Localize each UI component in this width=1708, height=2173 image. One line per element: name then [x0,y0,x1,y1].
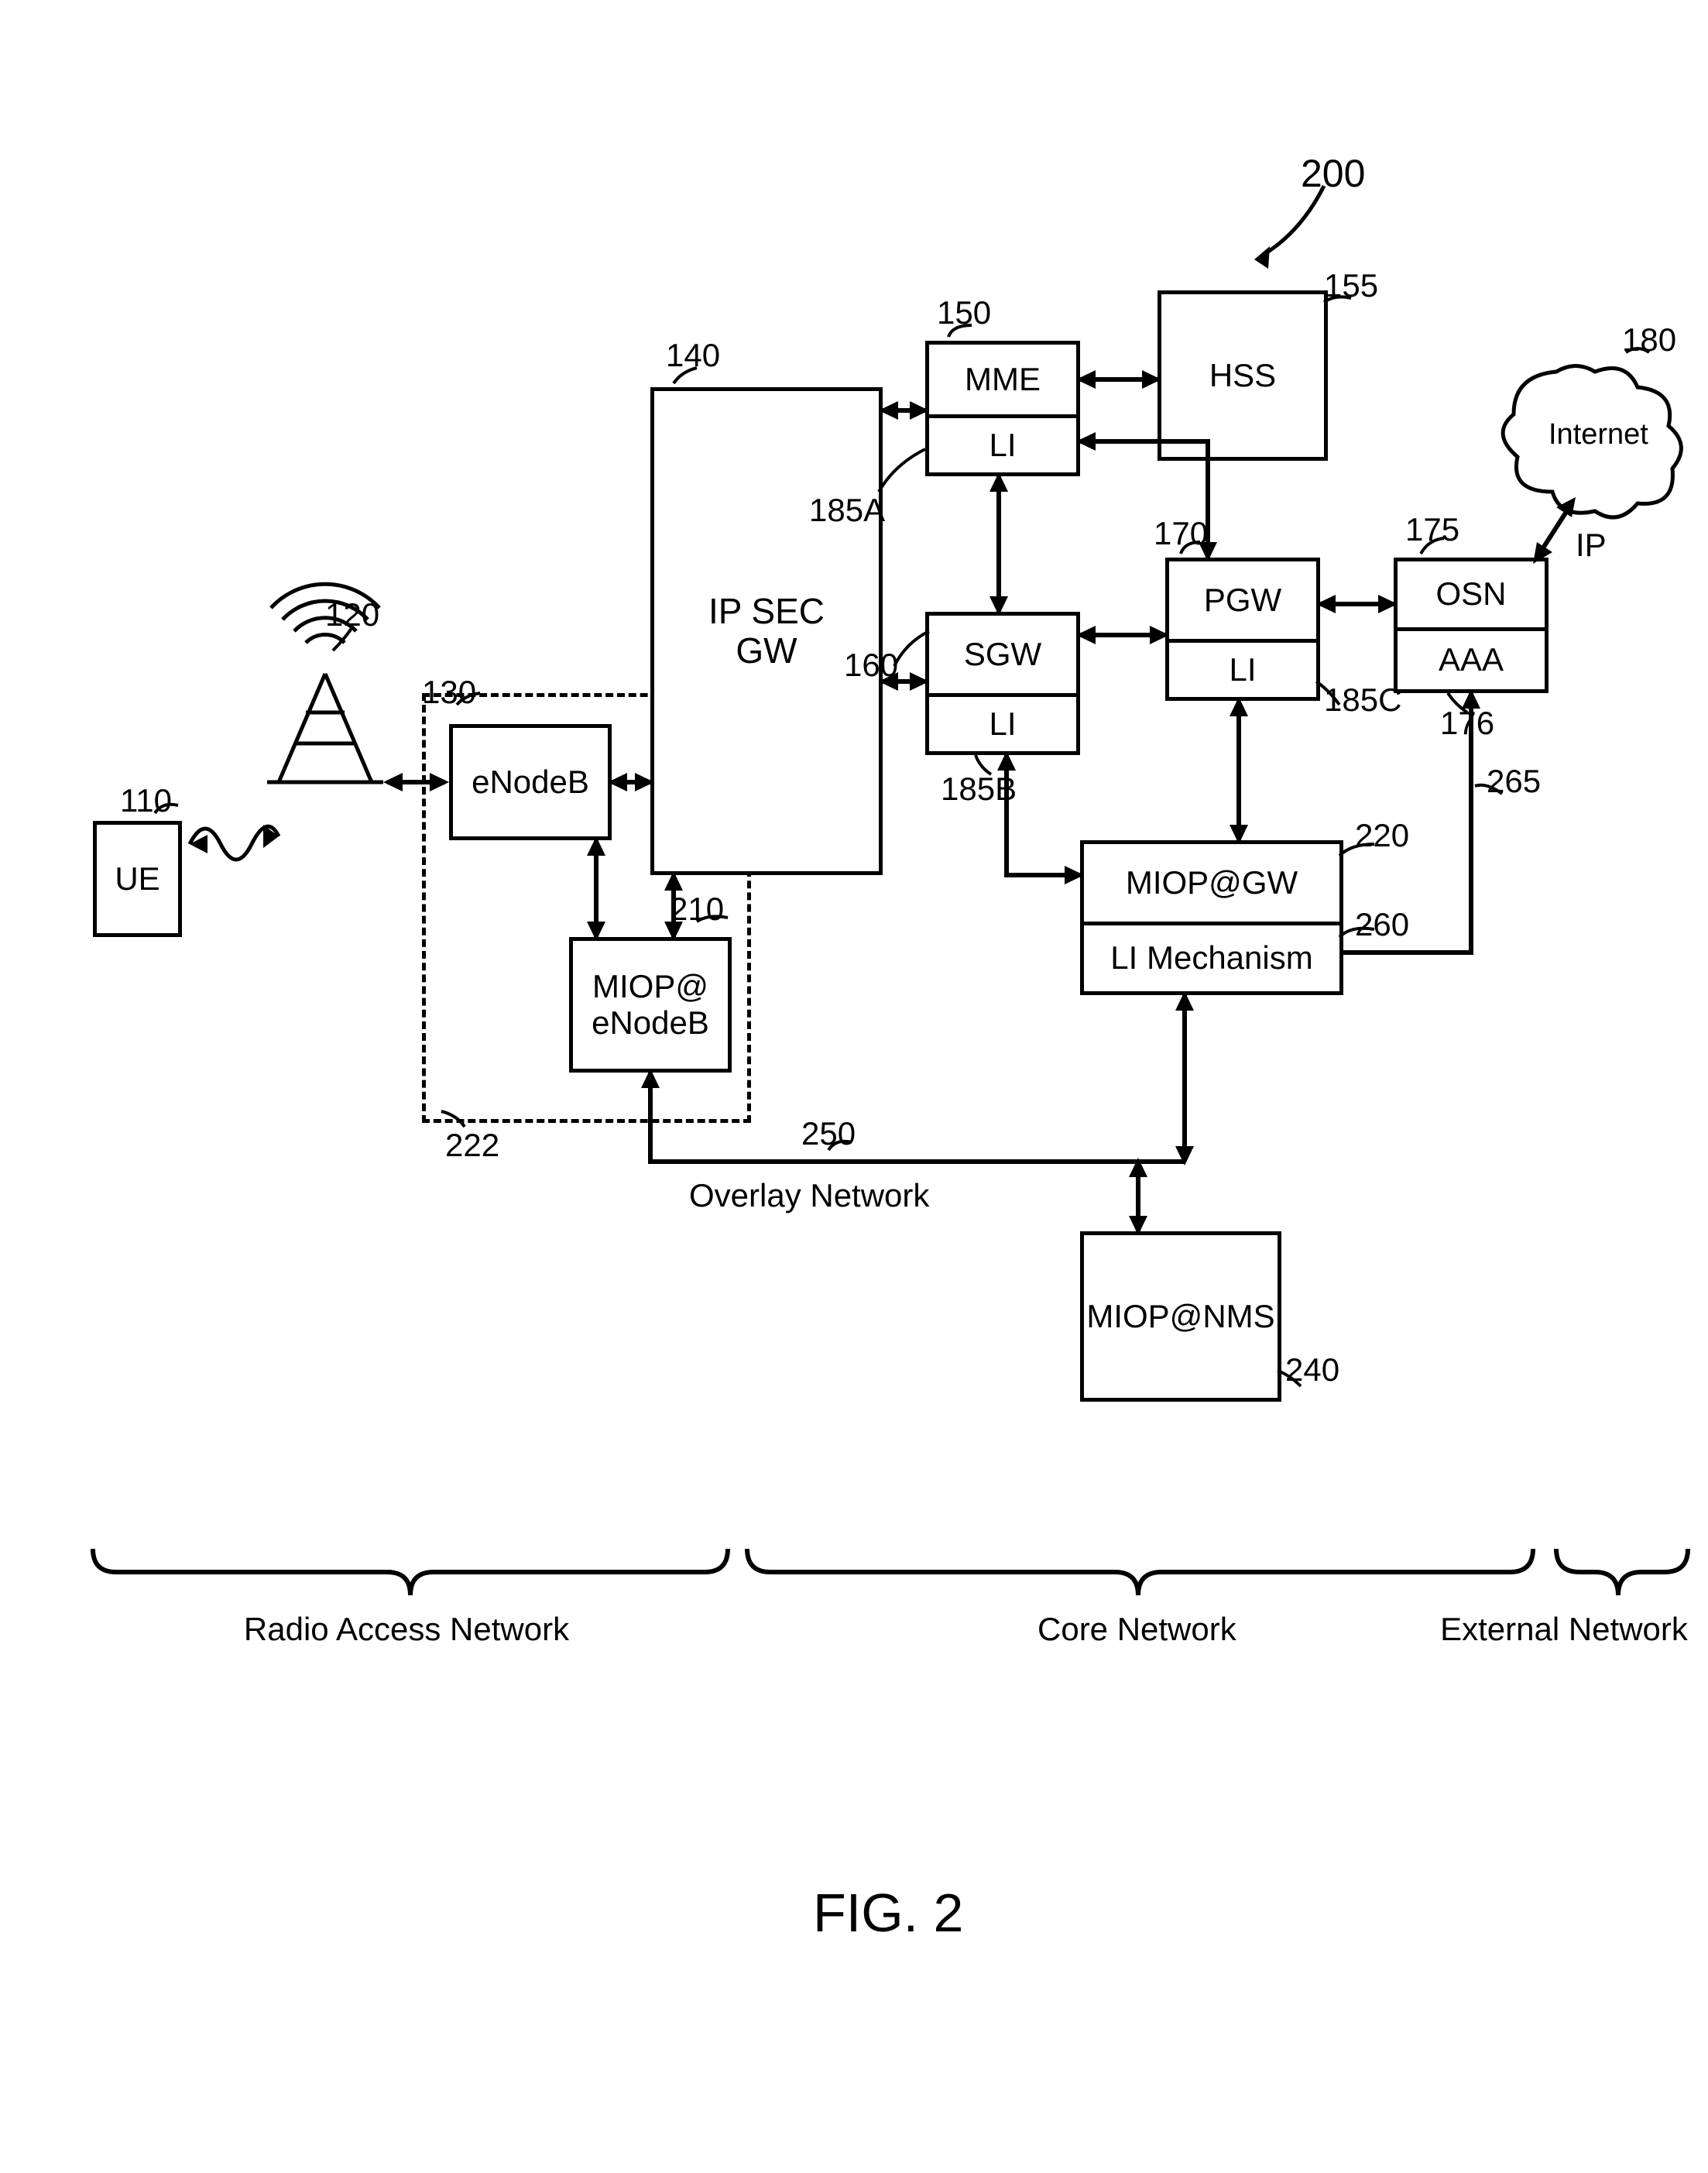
brace-ext [0,0,1708,2173]
diagram-stage: FIG. 2 200 UE 110 120 [0,0,1708,2173]
region-ext-label: External Network [1436,1611,1692,1648]
